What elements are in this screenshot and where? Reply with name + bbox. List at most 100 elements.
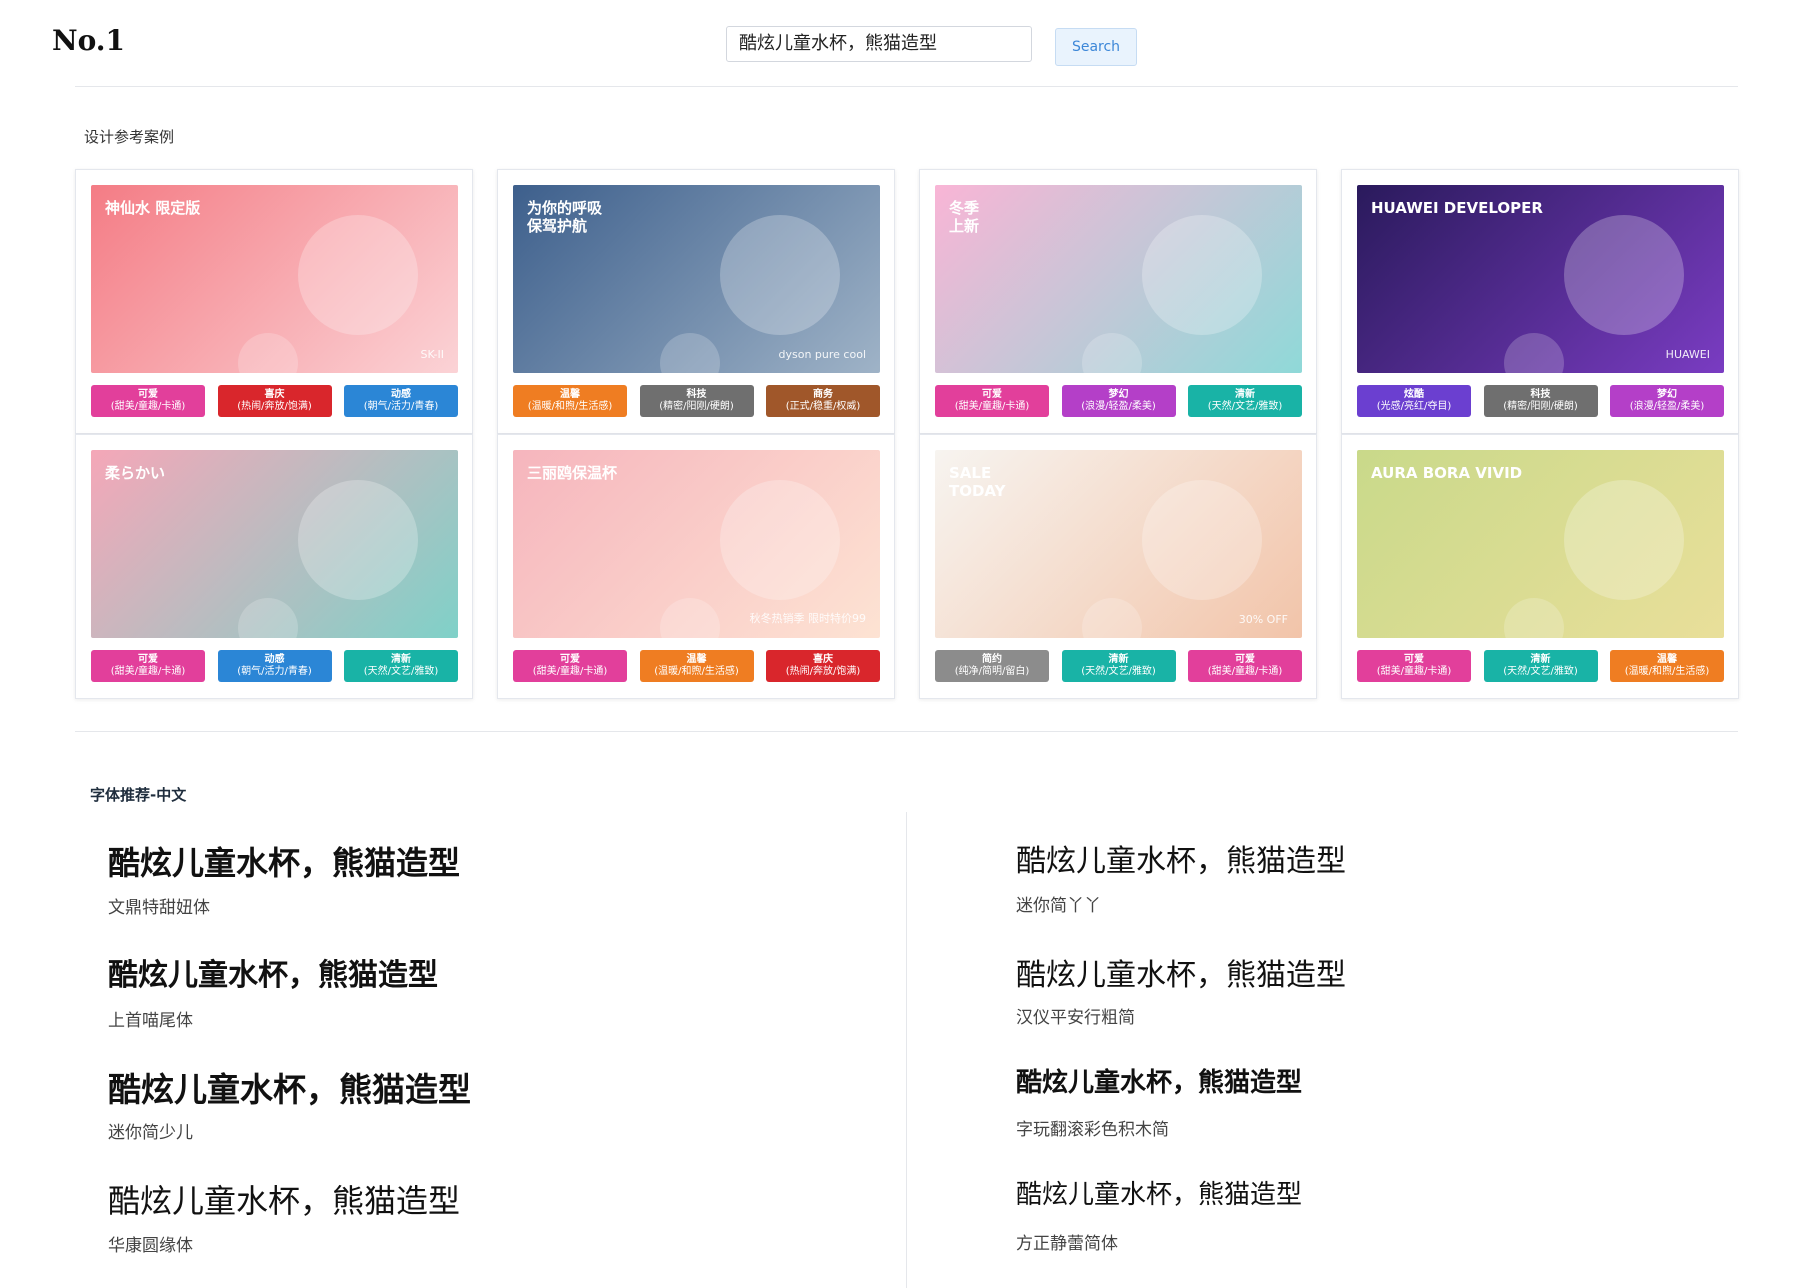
style-tag[interactable]: 科技 (精密/阳刚/硬朗) bbox=[1483, 385, 1598, 417]
decorative-shape bbox=[659, 333, 720, 373]
search-input[interactable] bbox=[726, 26, 1032, 62]
style-tag[interactable]: 可爱 (甜美/童趣/卡通) bbox=[513, 650, 627, 682]
font-name[interactable]: 字玩翻滚彩色积木简 bbox=[1016, 1115, 1169, 1140]
tag-desc: (天然/文艺/雅致) bbox=[363, 666, 439, 677]
tag-name: 可爱 bbox=[138, 389, 158, 400]
search-button[interactable]: Search bbox=[1055, 28, 1137, 66]
case-card[interactable]: 神仙水 限定版 SK-II 可爱 (甜美/童趣/卡通) 喜庆 (热闹/奔放/饱满) 动感 (朝… bbox=[75, 169, 473, 434]
tag-name: 简约 bbox=[982, 654, 1002, 665]
tag-name: 可爱 bbox=[560, 654, 580, 665]
font-name[interactable]: 方正静蕾简体 bbox=[1016, 1229, 1118, 1254]
tag-name: 清新 bbox=[391, 654, 411, 665]
font-name[interactable]: 迷你简丫丫 bbox=[1016, 891, 1101, 916]
banner-headline: HUAWEI DEVELOPER bbox=[1371, 199, 1543, 217]
font-name[interactable]: 迷你简少儿 bbox=[108, 1118, 193, 1143]
banner-headline: 三丽鸥保温杯 bbox=[527, 464, 618, 482]
banner-subtext: HUAWEI bbox=[1665, 348, 1710, 361]
banner-headline: 柔らかい bbox=[105, 464, 166, 482]
case-thumbnail[interactable]: 三丽鸥保温杯 秋冬热销季 限时特价99 bbox=[513, 450, 880, 638]
style-tag[interactable]: 可爱 (甜美/童趣/卡通) bbox=[1357, 650, 1471, 682]
case-card[interactable]: 为你的呼吸 保驾护航 dyson pure cool 温馨 (温暖/和煦/生活感) 科技… bbox=[497, 169, 895, 434]
case-card[interactable]: AURA BORA VIVID 可爱 (甜美/童趣/卡通) 清新 (天然/文艺/雅致) 温… bbox=[1341, 434, 1739, 699]
style-tag[interactable]: 清新 (天然/文艺/雅致) bbox=[1188, 385, 1302, 417]
tag-desc: (温暖/和煦/生活感) bbox=[654, 666, 739, 677]
tag-name: 可爱 bbox=[1235, 654, 1255, 665]
style-tag[interactable]: 清新 (天然/文艺/雅致) bbox=[1061, 650, 1176, 682]
style-tag[interactable]: 温馨 (温暖/和煦/生活感) bbox=[639, 650, 754, 682]
font-sample-text: 酷炫儿童水杯，熊猫造型 bbox=[1016, 1068, 1303, 1098]
style-tag[interactable]: 喜庆 (热闹/奔放/饱满) bbox=[217, 385, 332, 417]
style-tags: 可爱 (甜美/童趣/卡通) 梦幻 (浪漫/轻盈/柔美) 清新 (天然/文艺/雅致) bbox=[935, 385, 1302, 417]
style-tags: 可爱 (甜美/童趣/卡通) 喜庆 (热闹/奔放/饱满) 动感 (朝气/活力/青春) bbox=[91, 385, 458, 417]
case-card[interactable]: 柔らかい可爱 (甜美/童趣/卡通) 动感 (朝气/活力/青春) 清新 (天然/文艺/雅致) bbox=[75, 434, 473, 699]
tag-name: 商务 bbox=[813, 389, 833, 400]
style-tag[interactable]: 清新 (天然/文艺/雅致) bbox=[344, 650, 458, 682]
style-tags: 可爱 (甜美/童趣/卡通) 动感 (朝气/活力/青春) 清新 (天然/文艺/雅致) bbox=[91, 650, 458, 682]
case-thumbnail[interactable]: AURA BORA VIVID bbox=[1357, 450, 1724, 638]
fonts-title: 字体推荐-中文 bbox=[90, 786, 187, 804]
tag-name: 喜庆 bbox=[264, 389, 285, 400]
tag-desc: (温暖/和煦/生活感) bbox=[1624, 666, 1710, 677]
style-tag[interactable]: 温馨 (温暖/和煦/生活感) bbox=[513, 385, 627, 417]
decorative-shape bbox=[237, 333, 298, 373]
style-tag[interactable]: 商务 (正式/稳重/权威) bbox=[766, 385, 880, 417]
section-divider bbox=[75, 731, 1738, 732]
tag-name: 清新 bbox=[1235, 389, 1255, 400]
font-name[interactable]: 上首喵尾体 bbox=[108, 1006, 193, 1031]
style-tag[interactable]: 炫酷 (光感/亮红/夺目) bbox=[1357, 385, 1471, 417]
style-tag[interactable]: 动感 (朝气/活力/青春) bbox=[217, 650, 332, 682]
font-name[interactable]: 华康圆缘体 bbox=[108, 1231, 193, 1256]
tag-name: 梦幻 bbox=[1108, 389, 1129, 400]
case-thumbnail[interactable]: 柔らかい bbox=[91, 450, 458, 638]
tag-name: 动感 bbox=[391, 389, 411, 400]
tag-desc: (热闹/奔放/饱满) bbox=[785, 666, 861, 677]
decorative-shape bbox=[1564, 480, 1684, 600]
style-tag[interactable]: 梦幻 (浪漫/轻盈/柔美) bbox=[1610, 385, 1724, 417]
case-thumbnail[interactable]: 冬季 上新 bbox=[935, 185, 1302, 373]
case-card[interactable]: 冬季 上新可爱 (甜美/童趣/卡通) 梦幻 (浪漫/轻盈/柔美) 清新 (天然/文艺/雅致… bbox=[919, 169, 1317, 434]
banner-headline: 冬季 上新 bbox=[949, 199, 980, 235]
font-column-divider bbox=[906, 812, 907, 1288]
style-tag[interactable]: 清新 (天然/文艺/雅致) bbox=[1483, 650, 1598, 682]
tag-name: 可爱 bbox=[1404, 654, 1424, 665]
tag-name: 喜庆 bbox=[813, 654, 833, 665]
decorative-shape bbox=[1081, 333, 1142, 373]
decorative-shape bbox=[1503, 598, 1564, 638]
tag-name: 动感 bbox=[264, 654, 285, 665]
case-thumbnail[interactable]: SALE TODAY 30% OFF bbox=[935, 450, 1302, 638]
tag-desc: (甜美/童趣/卡通) bbox=[1376, 666, 1452, 677]
case-thumbnail[interactable]: 神仙水 限定版 SK-II bbox=[91, 185, 458, 373]
style-tag[interactable]: 可爱 (甜美/童趣/卡通) bbox=[91, 385, 205, 417]
style-tag[interactable]: 科技 (精密/阳刚/硬朗) bbox=[639, 385, 754, 417]
case-thumbnail[interactable]: HUAWEI DEVELOPER HUAWEI bbox=[1357, 185, 1724, 373]
style-tag[interactable]: 可爱 (甜美/童趣/卡通) bbox=[935, 385, 1049, 417]
logo: No.1 bbox=[52, 24, 126, 57]
case-card[interactable]: HUAWEI DEVELOPER HUAWEI 炫酷 (光感/亮红/夺目) 科技 (精密/… bbox=[1341, 169, 1739, 434]
tag-name: 温馨 bbox=[560, 389, 580, 400]
style-tag[interactable]: 喜庆 (热闹/奔放/饱满) bbox=[766, 650, 880, 682]
case-card[interactable]: SALE TODAY 30% OFF 简约 (纯净/简明/留白) 清新 (天然/文艺/雅致… bbox=[919, 434, 1317, 699]
decorative-shape bbox=[237, 598, 298, 638]
case-thumbnail[interactable]: 为你的呼吸 保驾护航 dyson pure cool bbox=[513, 185, 880, 373]
tag-desc: (天然/文艺/雅致) bbox=[1207, 401, 1283, 412]
tag-desc: (正式/稳重/权威) bbox=[785, 401, 861, 412]
style-tag[interactable]: 可爱 (甜美/童趣/卡通) bbox=[91, 650, 205, 682]
tag-name: 可爱 bbox=[138, 654, 158, 665]
style-tag[interactable]: 梦幻 (浪漫/轻盈/柔美) bbox=[1061, 385, 1176, 417]
tag-desc: (纯净/简明/留白) bbox=[954, 666, 1030, 677]
font-name[interactable]: 汉仪平安行粗简 bbox=[1016, 1003, 1135, 1028]
style-tags: 可爱 (甜美/童趣/卡通) 温馨 (温暖/和煦/生活感) 喜庆 (热闹/奔放/饱满) bbox=[513, 650, 880, 682]
tag-name: 梦幻 bbox=[1657, 389, 1677, 400]
style-tag[interactable]: 温馨 (温暖/和煦/生活感) bbox=[1610, 650, 1724, 682]
font-name[interactable]: 文鼎特甜妞体 bbox=[108, 893, 210, 918]
tag-name: 清新 bbox=[1530, 654, 1551, 665]
case-card[interactable]: 三丽鸥保温杯 秋冬热销季 限时特价99 可爱 (甜美/童趣/卡通) 温馨 (温暖/和煦/生… bbox=[497, 434, 895, 699]
font-sample-text: 酷炫儿童水杯，熊猫造型 bbox=[108, 1070, 471, 1109]
font-sample-text: 酷炫儿童水杯，熊猫造型 bbox=[108, 958, 438, 993]
style-tags: 简约 (纯净/简明/留白) 清新 (天然/文艺/雅致) 可爱 (甜美/童趣/卡通) bbox=[935, 650, 1302, 682]
style-tag[interactable]: 可爱 (甜美/童趣/卡通) bbox=[1188, 650, 1302, 682]
decorative-shape bbox=[1081, 598, 1142, 638]
style-tag[interactable]: 动感 (朝气/活力/青春) bbox=[344, 385, 458, 417]
style-tag[interactable]: 简约 (纯净/简明/留白) bbox=[935, 650, 1049, 682]
tag-name: 温馨 bbox=[686, 654, 707, 665]
